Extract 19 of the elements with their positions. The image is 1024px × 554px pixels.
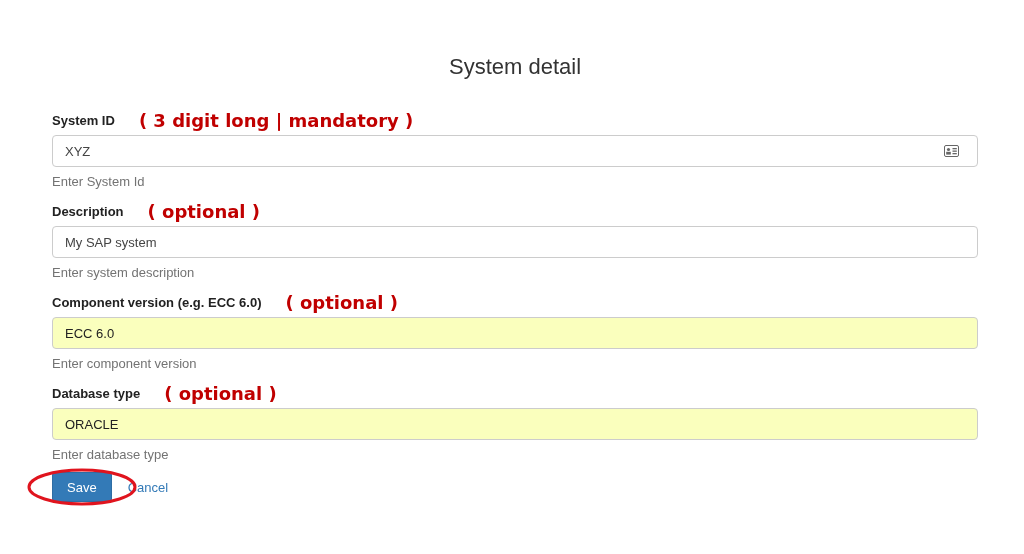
field-label: Description (52, 203, 124, 219)
annotation-note: ( optional ) (147, 200, 261, 222)
help-text: Enter system description (52, 264, 196, 282)
help-text: Enter database type (52, 446, 170, 464)
input-field[interactable]: My SAP system (52, 226, 978, 258)
field-label: Component version (e.g. ECC 6.0) (52, 294, 262, 310)
help-text: Enter component version (52, 355, 198, 373)
field-label: Database type (52, 385, 141, 401)
annotation-note: ( optional ) (285, 291, 398, 313)
save-button[interactable]: Save (52, 472, 112, 502)
input-field[interactable]: ECC 6.0 (52, 317, 978, 349)
page-title: System detail (447, 53, 583, 81)
annotation-note: ( optional ) (164, 382, 277, 404)
input-field[interactable]: XYZ (52, 135, 978, 167)
input-field[interactable]: ORACLE (52, 408, 978, 440)
help-text: Enter System Id (52, 173, 146, 191)
annotation-note: ( 3 digit long | mandatory ) (138, 109, 414, 131)
id-card-icon (944, 145, 959, 157)
field-label: System ID (52, 112, 115, 128)
